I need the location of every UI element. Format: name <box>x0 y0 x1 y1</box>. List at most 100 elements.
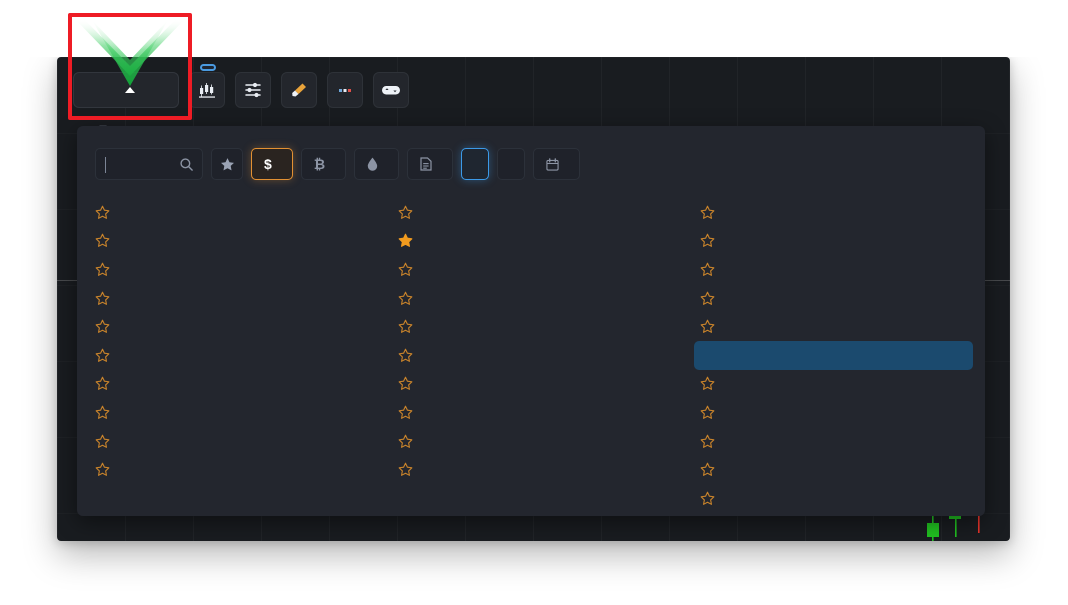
ellipsis-icon <box>339 89 351 92</box>
tab-stocks[interactable] <box>407 148 454 180</box>
tab-crypto-currencies[interactable]: ₿ <box>300 148 347 180</box>
star-filled-icon <box>220 157 234 170</box>
asset-row-wrapper <box>694 312 973 341</box>
asset-row[interactable] <box>392 312 671 341</box>
asset-row[interactable] <box>392 198 671 227</box>
asset-row[interactable] <box>392 427 671 456</box>
screenshot-root: $ ₿ <box>0 0 1068 605</box>
star-outline-icon[interactable] <box>700 405 726 420</box>
star-outline-icon[interactable] <box>700 376 726 391</box>
caret-up-icon <box>124 87 135 93</box>
star-outline-icon[interactable] <box>398 405 424 420</box>
asset-row[interactable] <box>694 340 974 370</box>
star-outline-icon[interactable] <box>700 434 726 449</box>
asset-row[interactable] <box>89 427 368 456</box>
star-outline-icon[interactable] <box>398 291 424 306</box>
asset-row[interactable] <box>392 284 671 313</box>
search-input[interactable] <box>95 148 203 180</box>
star-outline-icon[interactable] <box>95 291 121 306</box>
asset-row[interactable] <box>89 341 368 370</box>
favorites-filter-button[interactable] <box>211 148 243 180</box>
star-outline-icon[interactable] <box>95 405 121 420</box>
star-filled-icon[interactable] <box>398 233 424 248</box>
schedule-button[interactable] <box>533 148 581 180</box>
trading-app-window: $ ₿ <box>57 57 1010 541</box>
asset-row[interactable] <box>89 398 368 427</box>
star-outline-icon[interactable] <box>700 205 726 220</box>
asset-row[interactable] <box>694 455 973 484</box>
star-outline-icon[interactable] <box>95 376 121 391</box>
asset-row[interactable] <box>89 198 368 227</box>
asset-row[interactable] <box>89 284 368 313</box>
star-outline-icon[interactable] <box>398 376 424 391</box>
asset-row[interactable] <box>392 398 671 427</box>
asset-row[interactable] <box>392 455 671 484</box>
asset-selector-panel: $ ₿ <box>77 126 985 516</box>
asset-row[interactable] <box>694 427 973 456</box>
gamepad-button[interactable] <box>373 72 409 108</box>
star-outline-icon[interactable] <box>700 291 726 306</box>
asset-row[interactable] <box>694 255 973 284</box>
star-outline-icon[interactable] <box>95 233 121 248</box>
asset-row[interactable] <box>694 227 973 256</box>
asset-column-2 <box>380 198 683 513</box>
star-outline-icon[interactable] <box>95 462 121 477</box>
asset-row[interactable] <box>89 227 368 256</box>
tab-commodities[interactable] <box>354 148 400 180</box>
star-outline-icon[interactable] <box>95 205 121 220</box>
document-icon <box>420 157 432 171</box>
asset-list-grid <box>77 190 985 513</box>
star-outline-icon[interactable] <box>95 348 121 363</box>
indicators-button[interactable] <box>235 72 271 108</box>
search-icon <box>180 157 193 171</box>
star-outline-icon[interactable] <box>700 233 726 248</box>
star-outline-icon[interactable] <box>694 319 720 334</box>
star-outline-icon[interactable] <box>398 262 424 277</box>
text-cursor <box>105 157 106 173</box>
star-outline-icon[interactable] <box>700 462 726 477</box>
star-outline-icon[interactable] <box>398 434 424 449</box>
asset-row[interactable] <box>392 341 671 370</box>
asset-row[interactable] <box>392 227 671 256</box>
star-outline-icon[interactable] <box>398 319 424 334</box>
asset-row[interactable] <box>89 455 368 484</box>
oil-drop-icon <box>367 157 378 171</box>
gamepad-icon <box>382 86 400 95</box>
candlestick-icon <box>199 83 215 98</box>
more-button[interactable] <box>327 72 363 108</box>
sliders-icon <box>245 82 261 98</box>
asset-row[interactable] <box>694 370 973 399</box>
calendar-icon <box>546 157 559 171</box>
asset-row[interactable] <box>392 255 671 284</box>
asset-row[interactable] <box>89 312 368 341</box>
chart-type-button[interactable] <box>189 64 225 108</box>
sort-alphabetical-button[interactable] <box>497 148 526 180</box>
bitcoin-icon: ₿ <box>313 156 326 172</box>
star-outline-icon[interactable] <box>95 319 121 334</box>
asset-row[interactable] <box>89 370 368 399</box>
paintbrush-icon <box>292 83 306 97</box>
star-outline-icon[interactable] <box>700 262 726 277</box>
timeframe-badge <box>200 64 216 71</box>
asset-column-3 <box>682 198 985 513</box>
sort-by-payout-button[interactable] <box>461 148 490 180</box>
drawing-button[interactable] <box>281 72 317 108</box>
star-outline-icon[interactable] <box>398 348 424 363</box>
star-outline-icon[interactable] <box>95 434 121 449</box>
tab-currencies[interactable]: $ <box>251 148 293 180</box>
asset-row[interactable] <box>694 284 973 313</box>
asset-selector-button[interactable] <box>73 72 179 108</box>
star-outline-icon[interactable] <box>700 491 726 506</box>
top-toolbar <box>57 57 1010 123</box>
asset-row[interactable] <box>392 370 671 399</box>
white-background-top <box>0 0 1068 57</box>
asset-row[interactable] <box>89 255 368 284</box>
star-outline-icon[interactable] <box>95 262 121 277</box>
asset-row[interactable] <box>694 398 973 427</box>
dollar-icon: $ <box>264 156 272 172</box>
star-outline-icon[interactable] <box>398 462 424 477</box>
asset-column-1 <box>77 198 380 513</box>
asset-row[interactable] <box>694 198 973 227</box>
asset-row[interactable] <box>694 484 973 513</box>
star-outline-icon[interactable] <box>398 205 424 220</box>
